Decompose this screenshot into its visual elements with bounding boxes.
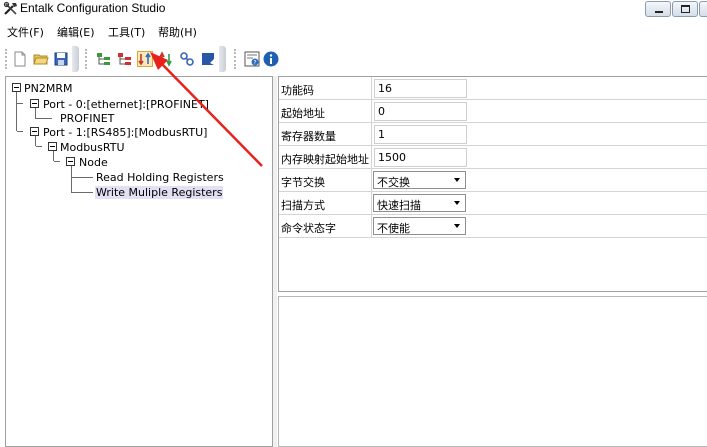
info-icon[interactable] bbox=[263, 51, 279, 67]
property-label: 字节交换 bbox=[281, 176, 325, 189]
grid-divider bbox=[371, 215, 372, 238]
memory-map-address-field[interactable]: 1500 bbox=[374, 148, 467, 167]
minimize-icon bbox=[655, 11, 663, 13]
dropdown-arrow-icon bbox=[454, 178, 460, 182]
tree-connector bbox=[54, 161, 60, 162]
collapse-icon[interactable] bbox=[30, 127, 39, 136]
menu-bar: 文件(F) 编辑(E) 工具(T) 帮助(H) bbox=[0, 20, 707, 42]
property-row: 功能码 16 bbox=[279, 77, 707, 100]
tree-connector bbox=[71, 166, 72, 193]
minimize-button[interactable] bbox=[645, 1, 671, 17]
open-folder-icon[interactable] bbox=[33, 51, 49, 67]
property-label: 内存映射起始地址 bbox=[281, 153, 369, 166]
grid-divider bbox=[371, 77, 372, 100]
grid-divider bbox=[371, 146, 372, 169]
property-row: 内存映射起始地址 1500 bbox=[279, 146, 707, 169]
tree-node-profinet[interactable]: PROFINET bbox=[60, 112, 114, 125]
property-row: 起始地址 0 bbox=[279, 100, 707, 123]
property-row: 扫描方式 快速扫描 bbox=[279, 192, 707, 215]
collapse-icon[interactable] bbox=[12, 83, 21, 92]
property-label: 起始地址 bbox=[281, 107, 325, 120]
toolbar-overflow[interactable] bbox=[72, 46, 79, 72]
collapse-icon[interactable] bbox=[66, 157, 75, 166]
function-code-field[interactable]: 16 bbox=[374, 79, 467, 98]
grid-divider bbox=[371, 169, 372, 192]
description-pane bbox=[278, 296, 707, 447]
property-row: 命令状态字 不使能 bbox=[279, 215, 707, 238]
dropdown-arrow-icon bbox=[454, 224, 460, 228]
toolbar-grip[interactable] bbox=[5, 49, 8, 69]
property-label: 寄存器数量 bbox=[281, 130, 336, 143]
tree-node-write-multiple-registers[interactable]: Write Muliple Registers bbox=[95, 186, 224, 199]
tools-icon bbox=[3, 1, 19, 17]
help-icon[interactable]: ? bbox=[244, 51, 260, 67]
property-grid: 功能码 16 起始地址 0 寄存器数量 1 内存映射起始地址 1500 字节交换… bbox=[278, 76, 707, 292]
property-label: 命令状态字 bbox=[281, 222, 336, 235]
tree-connector bbox=[71, 192, 93, 193]
pane-splitter[interactable] bbox=[273, 76, 277, 447]
select-value: 不使能 bbox=[377, 222, 410, 235]
tree-node-port-0[interactable]: Port - 0:[ethernet]:[PROFINET] bbox=[43, 98, 209, 111]
maximize-icon bbox=[681, 5, 690, 13]
close-icon bbox=[703, 5, 707, 13]
project-tree[interactable]: PN2MRM Port - 0:[ethernet]:[PROFINET] PR… bbox=[5, 76, 273, 447]
window-title: Entalk Configuration Studio bbox=[20, 1, 166, 15]
property-label: 扫描方式 bbox=[281, 199, 325, 212]
byte-swap-select[interactable]: 不交换 bbox=[373, 171, 466, 189]
select-value: 不交换 bbox=[377, 176, 410, 189]
toolbar-grip[interactable] bbox=[85, 49, 88, 69]
svg-text:?: ? bbox=[253, 59, 256, 66]
maximize-button[interactable] bbox=[672, 1, 698, 17]
save-icon[interactable] bbox=[53, 51, 69, 67]
toolbar: ? bbox=[0, 44, 707, 74]
menu-edit[interactable]: 编辑(E) bbox=[57, 24, 95, 40]
tree-remove-icon[interactable] bbox=[117, 51, 133, 67]
scan-mode-select[interactable]: 快速扫描 bbox=[373, 194, 466, 212]
start-address-field[interactable]: 0 bbox=[374, 102, 467, 121]
tree-connector bbox=[17, 131, 23, 132]
grid-divider bbox=[371, 100, 372, 123]
property-row: 寄存器数量 1 bbox=[279, 123, 707, 146]
tree-connector bbox=[36, 146, 42, 147]
property-label: 功能码 bbox=[281, 84, 314, 97]
grid-divider bbox=[371, 123, 372, 146]
toolbar-grip[interactable] bbox=[234, 49, 237, 69]
select-value: 快速扫描 bbox=[377, 199, 421, 212]
link-icon[interactable] bbox=[179, 51, 195, 67]
tree-node-root[interactable]: PN2MRM bbox=[24, 82, 73, 95]
menu-help[interactable]: 帮助(H) bbox=[158, 24, 197, 40]
tree-connector bbox=[35, 118, 52, 119]
collapse-icon[interactable] bbox=[30, 99, 39, 108]
property-row: 字节交换 不交换 bbox=[279, 169, 707, 192]
upload-icon[interactable] bbox=[158, 51, 174, 67]
tree-node-modbusrtu[interactable]: ModbusRTU bbox=[60, 141, 125, 154]
collapse-icon[interactable] bbox=[48, 142, 57, 151]
tree-connector bbox=[35, 108, 36, 118]
grid-divider bbox=[371, 192, 372, 215]
menu-file[interactable]: 文件(F) bbox=[7, 24, 44, 40]
tree-connector bbox=[16, 91, 17, 131]
tree-connector bbox=[53, 151, 54, 161]
tree-add-icon[interactable] bbox=[96, 51, 112, 67]
title-bar: Entalk Configuration Studio bbox=[0, 0, 707, 18]
tree-node-read-holding-registers[interactable]: Read Holding Registers bbox=[96, 171, 224, 184]
new-file-icon[interactable] bbox=[12, 51, 28, 67]
close-button[interactable] bbox=[699, 1, 707, 17]
command-status-select[interactable]: 不使能 bbox=[373, 217, 466, 235]
toolbar-overflow[interactable] bbox=[219, 46, 226, 72]
tree-connector bbox=[35, 136, 36, 146]
tree-node-node[interactable]: Node bbox=[79, 156, 108, 169]
tree-node-port-1[interactable]: Port - 1:[RS485]:[ModbusRTU] bbox=[43, 126, 207, 139]
edit-icon[interactable] bbox=[200, 51, 216, 67]
register-count-field[interactable]: 1 bbox=[374, 125, 467, 144]
menu-tools[interactable]: 工具(T) bbox=[108, 24, 145, 40]
download-icon[interactable] bbox=[137, 51, 153, 67]
dropdown-arrow-icon bbox=[454, 201, 460, 205]
tree-connector bbox=[71, 177, 93, 178]
tree-connector bbox=[17, 103, 23, 104]
